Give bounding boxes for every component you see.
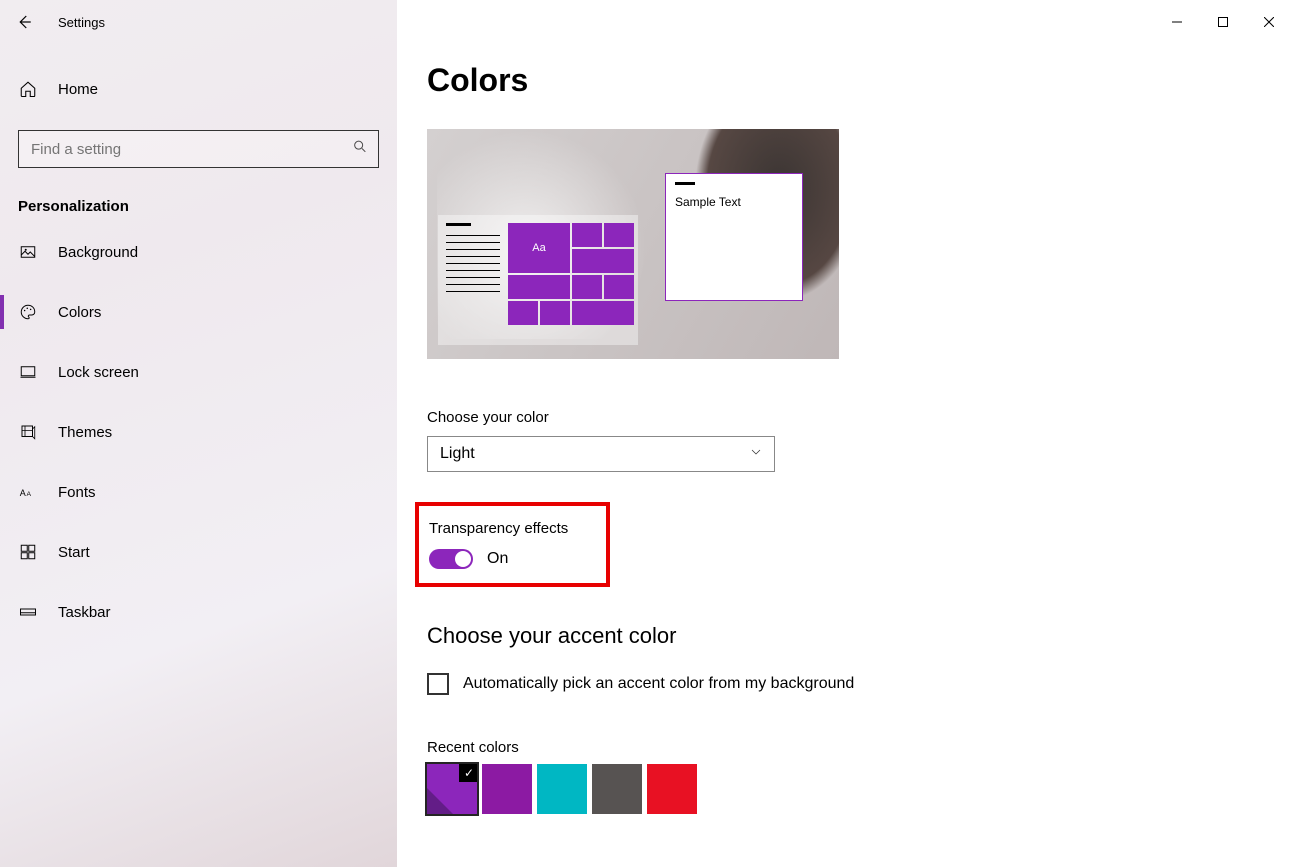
maximize-button[interactable]: [1200, 6, 1246, 38]
auto-accent-label: Automatically pick an accent color from …: [463, 675, 854, 693]
minimize-icon: [1172, 17, 1182, 27]
sidebar-item-colors[interactable]: Colors: [0, 289, 397, 335]
transparency-toggle[interactable]: [429, 549, 473, 569]
preview-tile-aa: Aa: [508, 223, 570, 273]
color-preview: Aa Sample Text: [427, 129, 839, 359]
fonts-icon: AA: [18, 482, 38, 502]
choose-color-dropdown[interactable]: Light: [427, 436, 775, 472]
maximize-icon: [1218, 17, 1228, 27]
recent-colors-label: Recent colors: [427, 739, 1262, 756]
sidebar-item-label: Background: [58, 244, 138, 261]
search-icon: [352, 139, 368, 160]
sidebar-item-label: Start: [58, 544, 90, 561]
arrow-left-icon: [15, 13, 33, 31]
start-icon: [18, 542, 38, 562]
picture-icon: [18, 242, 38, 262]
choose-color-value: Light: [440, 445, 475, 463]
sidebar-item-label: Lock screen: [58, 364, 139, 381]
lock-screen-icon: [18, 362, 38, 382]
sidebar-home[interactable]: Home: [0, 66, 397, 112]
main-content: Colors Aa Sample Text: [397, 0, 1292, 867]
title-bar: Settings: [0, 0, 1292, 44]
sidebar: Home Personalization Background Colors L…: [0, 0, 397, 867]
transparency-state: On: [487, 550, 508, 568]
auto-accent-checkbox[interactable]: [427, 673, 449, 695]
sidebar-item-fonts[interactable]: AA Fonts: [0, 469, 397, 515]
transparency-highlight: Transparency effects On: [415, 502, 610, 587]
recent-color-swatch[interactable]: ✓: [427, 764, 477, 814]
choose-color-label: Choose your color: [427, 409, 1262, 426]
sidebar-item-background[interactable]: Background: [0, 229, 397, 275]
home-icon: [18, 79, 38, 99]
search-box[interactable]: [18, 130, 379, 168]
taskbar-icon: [18, 602, 38, 622]
sidebar-item-themes[interactable]: Themes: [0, 409, 397, 455]
recent-color-swatches: ✓: [427, 764, 1262, 814]
transparency-label: Transparency effects: [429, 520, 592, 537]
preview-sample-text: Sample Text: [675, 195, 793, 209]
sidebar-section-header: Personalization: [0, 168, 397, 229]
sidebar-item-label: Taskbar: [58, 604, 111, 621]
chevron-down-icon: [750, 445, 762, 463]
close-button[interactable]: [1246, 6, 1292, 38]
accent-heading: Choose your accent color: [427, 623, 1262, 649]
recent-color-swatch[interactable]: [537, 764, 587, 814]
sidebar-item-label: Colors: [58, 304, 101, 321]
sidebar-item-start[interactable]: Start: [0, 529, 397, 575]
palette-icon: [18, 302, 38, 322]
svg-text:A: A: [27, 491, 32, 498]
back-button[interactable]: [10, 8, 38, 36]
preview-sample-card: Sample Text: [665, 173, 803, 301]
search-input[interactable]: [19, 131, 338, 167]
sidebar-item-label: Fonts: [58, 484, 96, 501]
sidebar-item-label: Themes: [58, 424, 112, 441]
sidebar-home-label: Home: [58, 81, 98, 98]
sidebar-item-lock-screen[interactable]: Lock screen: [0, 349, 397, 395]
preview-start-panel: Aa: [438, 215, 638, 345]
minimize-button[interactable]: [1154, 6, 1200, 38]
recent-color-swatch[interactable]: [592, 764, 642, 814]
recent-color-swatch[interactable]: [482, 764, 532, 814]
svg-text:A: A: [20, 488, 26, 498]
page-title: Colors: [427, 62, 1262, 99]
recent-color-swatch[interactable]: [647, 764, 697, 814]
close-icon: [1264, 17, 1274, 27]
app-title: Settings: [58, 15, 105, 30]
themes-icon: [18, 422, 38, 442]
sidebar-item-taskbar[interactable]: Taskbar: [0, 589, 397, 635]
